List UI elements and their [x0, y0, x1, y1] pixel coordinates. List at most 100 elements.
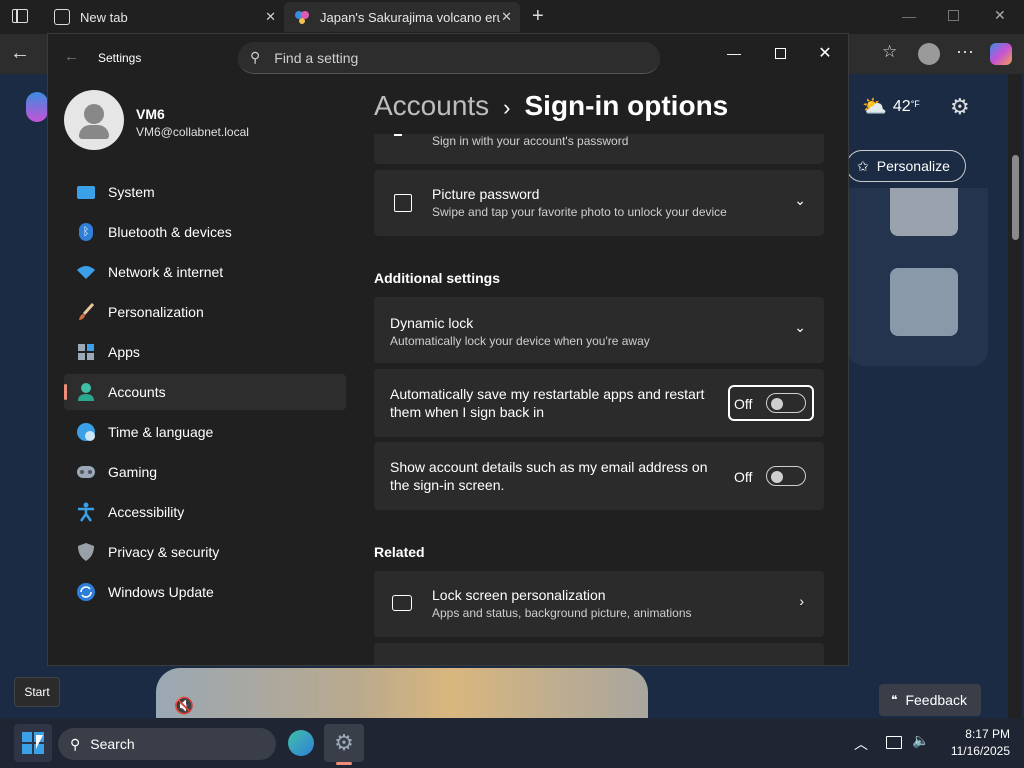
settings-gear-icon[interactable]: ⚙ [950, 94, 970, 120]
personalize-label: Personalize [876, 158, 950, 174]
related-heading: Related [374, 544, 425, 560]
brush-icon [76, 302, 96, 322]
sidebar-item-windows-update[interactable]: Windows Update [64, 574, 346, 610]
taskbar: ⚲ Search ⚙ ︿ 🔈 8:17 PM 11/16/2025 [0, 718, 1024, 768]
user-avatar[interactable] [64, 90, 124, 150]
account-details-toggle[interactable] [766, 466, 806, 486]
chevron-up-icon[interactable]: ︿ [854, 734, 868, 754]
restart-apps-toggle[interactable] [766, 393, 806, 413]
page-scroll-thumb[interactable] [1012, 155, 1019, 240]
tab-new-tab[interactable]: New tab ✕ [44, 2, 284, 32]
account-details-state: Off [734, 469, 753, 485]
sidebar-item-personalization[interactable]: Personalization [64, 294, 346, 330]
sidebar-item-time-language[interactable]: Time & language [64, 414, 346, 450]
account-details-label: Show account details such as my email ad… [390, 459, 708, 493]
news-thumbnail[interactable] [890, 188, 958, 236]
tab-actions-icon[interactable] [12, 9, 28, 23]
bluetooth-icon: ᛒ [76, 222, 96, 242]
sidebar-item-network[interactable]: Network & internet [64, 254, 346, 290]
sidebar-item-apps[interactable]: Apps [64, 334, 346, 370]
settings-app-title: Settings [98, 51, 142, 65]
lock-screen-card[interactable]: Lock screen personalization Apps and sta… [374, 571, 824, 637]
breadcrumb: Accounts › Sign-in options [374, 90, 728, 122]
back-arrow-icon[interactable]: ← [64, 48, 79, 65]
settings-content: Sign in with your account's password Pic… [374, 134, 824, 665]
sidebar-item-bluetooth[interactable]: ᛒ Bluetooth & devices [64, 214, 346, 250]
taskbar-search[interactable]: ⚲ Search [58, 728, 276, 760]
additional-settings-heading: Additional settings [374, 270, 500, 286]
wifi-icon [76, 262, 96, 282]
new-tab-icon [54, 9, 70, 25]
network-icon[interactable] [886, 736, 902, 749]
picture-password-title: Picture password [432, 186, 540, 202]
copilot-icon[interactable] [990, 43, 1012, 65]
accessibility-icon [76, 502, 96, 522]
sidebar-item-accessibility[interactable]: Accessibility [64, 494, 346, 530]
user-name: VM6 [136, 106, 165, 122]
clock[interactable]: 8:17 PM 11/16/2025 [940, 726, 1010, 760]
weather-temperature: 42 [892, 97, 911, 115]
sidebar-item-privacy-security[interactable]: Privacy & security [64, 534, 346, 570]
password-icon [394, 134, 402, 136]
dynamic-lock-title: Dynamic lock [390, 315, 474, 331]
picture-password-card[interactable]: Picture password Swipe and tap your favo… [374, 170, 824, 236]
lock-screen-icon [392, 595, 412, 611]
password-card[interactable]: Sign in with your account's password [374, 134, 824, 164]
close-tab-icon[interactable]: ✕ [265, 9, 276, 25]
tab-news-article[interactable]: Japan's Sakurajima volcano erupt ✕ [284, 2, 520, 32]
next-card[interactable] [374, 643, 824, 665]
clock-time: 8:17 PM [965, 727, 1010, 741]
volume-icon[interactable]: 🔈 [912, 732, 929, 749]
person-icon [84, 104, 104, 124]
sidebar-item-label: Accessibility [108, 504, 185, 520]
profile-avatar[interactable] [918, 43, 940, 65]
sidebar-item-accounts[interactable]: Accounts [64, 374, 346, 410]
new-tab-button[interactable]: + [532, 5, 544, 28]
sidebar-item-system[interactable]: System [64, 174, 346, 210]
search-icon: ⚲ [70, 735, 81, 752]
sidebar-item-label: Bluetooth & devices [108, 224, 232, 240]
globe-icon [76, 422, 96, 442]
chevron-down-icon[interactable]: ⌄ [794, 192, 806, 209]
chevron-down-icon[interactable]: ⌄ [794, 319, 806, 336]
close-tab-icon[interactable]: ✕ [501, 9, 512, 25]
restore-browser-icon[interactable] [948, 10, 959, 21]
browser-tab-bar: New tab ✕ Japan's Sakurajima volcano eru… [0, 0, 1024, 34]
dynamic-lock-card[interactable]: Dynamic lock Automatically lock your dev… [374, 297, 824, 363]
active-app-indicator [336, 762, 352, 765]
account-details-card: Show account details such as my email ad… [374, 442, 824, 510]
tab-title: New tab [80, 9, 128, 25]
news-card[interactable] [848, 188, 988, 366]
personalize-button[interactable]: ✩ Personalize [846, 150, 966, 182]
settings-search-box[interactable]: ⚲ Find a setting [238, 42, 660, 74]
user-email: VM6@collabnet.local [136, 125, 249, 139]
favorites-icon[interactable]: ☆ [882, 42, 897, 62]
edge-icon[interactable] [288, 730, 314, 756]
gear-icon: ⚙ [334, 730, 354, 755]
accounts-icon [76, 382, 96, 402]
maximize-button[interactable] [760, 40, 800, 66]
feedback-icon: ❝ [891, 693, 898, 707]
video-thumbnail[interactable] [156, 668, 648, 718]
close-browser-icon[interactable]: ✕ [994, 7, 1006, 24]
sidebar-item-gaming[interactable]: Gaming [64, 454, 346, 490]
minimize-browser-icon[interactable]: — [902, 8, 916, 24]
start-button[interactable] [14, 724, 52, 762]
clock-date: 11/16/2025 [950, 744, 1010, 758]
close-button[interactable]: ✕ [805, 40, 845, 66]
more-options-icon[interactable]: ⋯ [956, 42, 974, 63]
news-thumbnail[interactable] [890, 268, 958, 336]
breadcrumb-parent[interactable]: Accounts [374, 90, 489, 122]
weather-widget[interactable]: ⛅ 42 °F [862, 94, 920, 119]
feedback-button[interactable]: ❝ Feedback [879, 684, 981, 716]
settings-search-input[interactable]: Find a setting [274, 50, 358, 66]
chevron-right-icon[interactable]: › [799, 593, 804, 609]
sidebar-item-label: Accounts [108, 384, 166, 400]
sparkle-star-icon: ✩ [857, 157, 869, 174]
back-arrow-icon[interactable]: ← [10, 42, 30, 65]
start-tooltip: Start [14, 677, 60, 707]
restart-apps-card: Automatically save my restartable apps a… [374, 369, 824, 437]
minimize-button[interactable]: — [714, 40, 754, 66]
mute-icon[interactable]: 🔇 [174, 696, 194, 716]
settings-app-icon[interactable]: ⚙ [324, 724, 364, 762]
